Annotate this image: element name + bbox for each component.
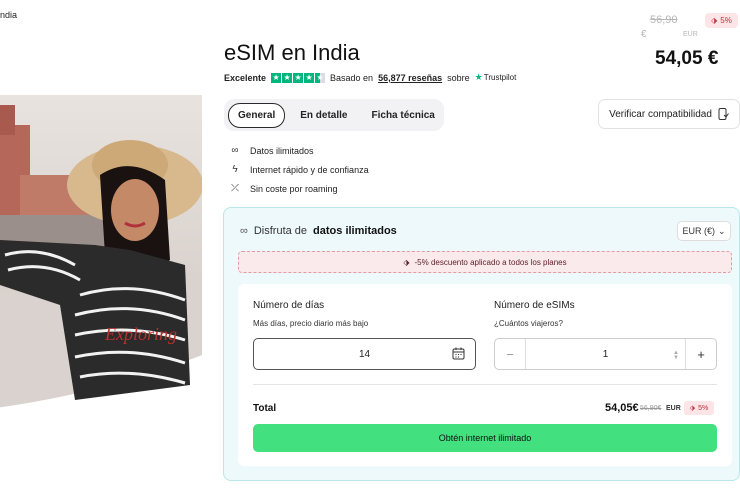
- esims-label: Número de eSIMs: [494, 300, 575, 311]
- phone-check-icon: [718, 108, 729, 120]
- old-price: 56,90: [650, 14, 678, 26]
- hero-caption: ndia: [0, 10, 18, 20]
- current-price: 54,05 €: [655, 48, 719, 69]
- plan-options-card: Número de días Más días, precio diario m…: [238, 284, 732, 466]
- days-input[interactable]: 14: [253, 338, 476, 370]
- star-icon: ★: [282, 72, 293, 83]
- rating-label: Excelente: [224, 72, 267, 83]
- panel-heading: ∞ Disfruta de datos ilimitados: [240, 225, 397, 237]
- shirt-text: Exploring: [104, 324, 177, 344]
- lightning-icon: ϟ: [232, 164, 238, 175]
- tab-ficha-tecnica[interactable]: Ficha técnica: [363, 104, 444, 127]
- hero-photo: Exploring: [0, 95, 202, 408]
- spinner-arrows-icon[interactable]: ▲ ▼: [673, 350, 679, 361]
- verify-compatibility-button[interactable]: Verificar compatibilidad: [598, 99, 740, 129]
- tab-en-detalle[interactable]: En detalle: [291, 104, 356, 127]
- feature-item: ⤫ Sin coste por roaming: [229, 179, 369, 198]
- promo-text: -5% descuento aplicado a todos los plane…: [414, 257, 567, 267]
- esim-quantity-field[interactable]: 1 ▲ ▼: [526, 348, 685, 361]
- feature-text: Internet rápido y de confianza: [250, 164, 369, 175]
- heading-bold: datos ilimitados: [313, 225, 397, 237]
- page-title: eSIM en India: [224, 40, 360, 65]
- rating-stars: ★ ★ ★ ★ ★: [271, 72, 326, 83]
- infinity-icon: ∞: [231, 145, 239, 156]
- divider: [253, 384, 717, 385]
- esim-quantity-stepper: − 1 ▲ ▼ +: [494, 338, 717, 370]
- feature-text: Datos ilimitados: [250, 145, 314, 156]
- discount-value: 5%: [720, 16, 732, 25]
- feature-item: ∞ Datos ilimitados: [229, 141, 369, 160]
- plan-configurator: ∞ Disfruta de datos ilimitados EUR (€) ⌄…: [223, 207, 740, 481]
- total-currency: EUR: [666, 405, 681, 412]
- esim-quantity-value: 1: [602, 348, 609, 360]
- trustpilot-logo: ★ Trustpilot: [475, 72, 517, 83]
- total-label: Total: [253, 403, 277, 414]
- tab-bar: General En detalle Ficha técnica: [224, 99, 444, 131]
- old-price-symbol: €: [641, 29, 647, 40]
- rating-on: sobre: [447, 72, 470, 83]
- total-price: 54,05€: [605, 402, 639, 414]
- promo-banner: ⬗ -5% descuento aplicado a todos los pla…: [238, 251, 732, 273]
- trustpilot-star-icon: ★: [474, 72, 483, 82]
- half-star-icon: ★: [315, 72, 326, 83]
- calendar-icon[interactable]: [452, 347, 465, 360]
- total-discount-value: 5%: [698, 404, 709, 412]
- total-discount-badge: ⬗ 5%: [684, 401, 714, 415]
- no-roaming-icon: ⤫: [231, 183, 239, 194]
- star-icon: ★: [293, 72, 304, 83]
- chevron-down-icon: ⌄: [717, 225, 726, 236]
- star-icon: ★: [304, 72, 315, 83]
- hero-image-area: ndia Exploring: [0, 0, 205, 493]
- rating-based-on: Basado en: [330, 72, 374, 83]
- trustpilot-rating[interactable]: Excelente ★ ★ ★ ★ ★ Basado en 56,877 res…: [224, 72, 516, 83]
- feature-list: ∞ Datos ilimitados ϟ Internet rápido y d…: [229, 141, 369, 198]
- tag-icon: ⬗: [403, 257, 410, 267]
- old-price-code: EUR: [683, 31, 698, 38]
- currency-select[interactable]: EUR (€) ⌄: [677, 221, 731, 241]
- feature-item: ϟ Internet rápido y de confianza: [229, 160, 369, 179]
- heading-prefix: Disfruta de: [253, 225, 308, 237]
- review-count-link[interactable]: 56,877 reseñas: [378, 73, 442, 83]
- verify-compatibility-label: Verificar compatibilidad: [609, 108, 712, 120]
- tag-icon: ⬗: [711, 16, 718, 25]
- trustpilot-brand: Trustpilot: [483, 73, 517, 82]
- get-internet-button[interactable]: Obtén internet ilimitado: [253, 424, 717, 452]
- feature-text: Sin coste por roaming: [250, 183, 338, 194]
- total-old-price: 56,90€: [640, 405, 662, 412]
- tag-icon: ⬗: [689, 405, 696, 412]
- days-label: Número de días: [253, 300, 325, 311]
- currency-value: EUR (€): [682, 226, 715, 236]
- days-sub: Más días, precio diario más bajo: [253, 319, 369, 328]
- infinity-icon: ∞: [240, 225, 248, 237]
- tab-general[interactable]: General: [228, 102, 286, 128]
- esims-sub: ¿Cuántos viajeros?: [494, 319, 563, 328]
- increment-button[interactable]: +: [685, 339, 716, 369]
- star-icon: ★: [271, 72, 282, 83]
- discount-badge: ⬗ 5%: [705, 13, 738, 28]
- days-value: 14: [358, 348, 371, 360]
- decrement-button[interactable]: −: [495, 339, 526, 369]
